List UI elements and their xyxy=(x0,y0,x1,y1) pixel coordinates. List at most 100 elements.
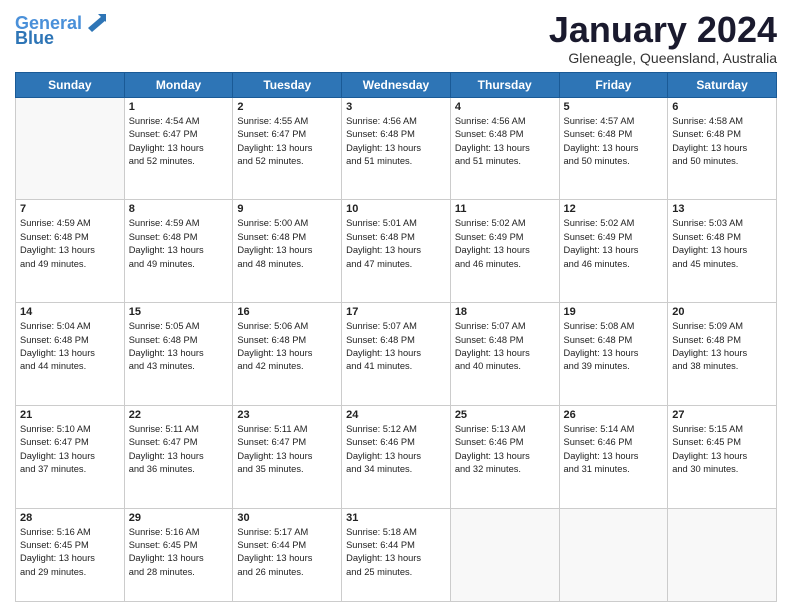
calendar-table: SundayMondayTuesdayWednesdayThursdayFrid… xyxy=(15,72,777,602)
calendar-cell: 2Sunrise: 4:55 AMSunset: 6:47 PMDaylight… xyxy=(233,97,342,200)
calendar-cell: 29 Sunrise: 5:16 AMSunset: 6:45 PMDayligh… xyxy=(124,508,233,601)
day-info: Sunrise: 5:12 AMSunset: 6:46 PMDaylight:… xyxy=(346,423,446,477)
calendar-cell: 25 Sunrise: 5:13 AMSunset: 6:46 PMDayligh… xyxy=(450,405,559,508)
day-number: 30 xyxy=(237,512,337,524)
calendar-cell: 8 Sunrise: 4:59 AMSunset: 6:48 PMDaylight… xyxy=(124,200,233,303)
calendar-cell: 5 Sunrise: 4:57 AMSunset: 6:48 PMDaylight… xyxy=(559,97,668,200)
day-number: 15 xyxy=(129,306,229,318)
calendar-cell: 22 Sunrise: 5:11 AMSunset: 6:47 PMDayligh… xyxy=(124,405,233,508)
day-info: Sunrise: 5:13 AMSunset: 6:46 PMDaylight:… xyxy=(455,423,555,477)
day-number: 16 xyxy=(237,306,337,318)
day-number: 12 xyxy=(564,203,664,215)
calendar-header-row: SundayMondayTuesdayWednesdayThursdayFrid… xyxy=(16,72,777,97)
calendar-cell: 13Sunrise: 5:03 AMSunset: 6:48 PMDayligh… xyxy=(668,200,777,303)
day-number: 7 xyxy=(20,203,120,215)
calendar-cell: 23Sunrise: 5:11 AMSunset: 6:47 PMDayligh… xyxy=(233,405,342,508)
calendar-cell: 21 Sunrise: 5:10 AMSunset: 6:47 PMDayligh… xyxy=(16,405,125,508)
col-header-thursday: Thursday xyxy=(450,72,559,97)
calendar-cell: 30 Sunrise: 5:17 AMSunset: 6:44 PMDayligh… xyxy=(233,508,342,601)
col-header-wednesday: Wednesday xyxy=(342,72,451,97)
day-info: Sunrise: 5:15 AMSunset: 6:45 PMDaylight:… xyxy=(672,423,772,477)
week-row-2: 7 Sunrise: 4:59 AMSunset: 6:48 PMDaylight… xyxy=(16,200,777,303)
day-number: 20 xyxy=(672,306,772,318)
day-number: 14 xyxy=(20,306,120,318)
day-number: 29 xyxy=(129,512,229,524)
day-number: 3 xyxy=(346,101,446,113)
week-row-3: 14 Sunrise: 5:04 AMSunset: 6:48 PMDayligh… xyxy=(16,303,777,406)
day-number: 23 xyxy=(237,409,337,421)
calendar-cell xyxy=(16,97,125,200)
title-block: January 2024 Gleneagle, Queensland, Aust… xyxy=(549,10,777,66)
calendar-cell: 31 Sunrise: 5:18 AMSunset: 6:44 PMDayligh… xyxy=(342,508,451,601)
day-number: 24 xyxy=(346,409,446,421)
day-info: Sunrise: 5:17 AMSunset: 6:44 PMDaylight:… xyxy=(237,526,337,580)
col-header-saturday: Saturday xyxy=(668,72,777,97)
day-number: 4 xyxy=(455,101,555,113)
week-row-4: 21 Sunrise: 5:10 AMSunset: 6:47 PMDayligh… xyxy=(16,405,777,508)
calendar-cell: 19 Sunrise: 5:08 AMSunset: 6:48 PMDayligh… xyxy=(559,303,668,406)
day-number: 22 xyxy=(129,409,229,421)
calendar-cell: 26Sunrise: 5:14 AMSunset: 6:46 PMDayligh… xyxy=(559,405,668,508)
logo-icon xyxy=(84,10,106,32)
week-row-1: 1 Sunrise: 4:54 AMSunset: 6:47 PMDaylight… xyxy=(16,97,777,200)
day-info: Sunrise: 5:18 AMSunset: 6:44 PMDaylight:… xyxy=(346,526,446,580)
day-number: 8 xyxy=(129,203,229,215)
day-number: 11 xyxy=(455,203,555,215)
day-number: 18 xyxy=(455,306,555,318)
calendar-cell: 27Sunrise: 5:15 AMSunset: 6:45 PMDayligh… xyxy=(668,405,777,508)
day-info: Sunrise: 5:16 AMSunset: 6:45 PMDaylight:… xyxy=(20,526,120,580)
day-info: Sunrise: 5:11 AMSunset: 6:47 PMDaylight:… xyxy=(129,423,229,477)
day-info: Sunrise: 4:56 AMSunset: 6:48 PMDaylight:… xyxy=(346,115,446,169)
calendar-cell xyxy=(450,508,559,601)
day-info: Sunrise: 4:54 AMSunset: 6:47 PMDaylight:… xyxy=(129,115,229,169)
day-number: 31 xyxy=(346,512,446,524)
week-row-5: 28Sunrise: 5:16 AMSunset: 6:45 PMDayligh… xyxy=(16,508,777,601)
day-number: 5 xyxy=(564,101,664,113)
day-info: Sunrise: 5:02 AMSunset: 6:49 PMDaylight:… xyxy=(455,217,555,271)
day-number: 2 xyxy=(237,101,337,113)
calendar-cell: 14 Sunrise: 5:04 AMSunset: 6:48 PMDayligh… xyxy=(16,303,125,406)
day-info: Sunrise: 4:57 AMSunset: 6:48 PMDaylight:… xyxy=(564,115,664,169)
calendar-cell: 17 Sunrise: 5:07 AMSunset: 6:48 PMDayligh… xyxy=(342,303,451,406)
day-number: 1 xyxy=(129,101,229,113)
calendar-cell: 4 Sunrise: 4:56 AMSunset: 6:48 PMDaylight… xyxy=(450,97,559,200)
calendar-cell: 28Sunrise: 5:16 AMSunset: 6:45 PMDayligh… xyxy=(16,508,125,601)
day-info: Sunrise: 4:58 AMSunset: 6:48 PMDaylight:… xyxy=(672,115,772,169)
month-title: January 2024 xyxy=(549,10,777,50)
calendar-cell: 10Sunrise: 5:01 AMSunset: 6:48 PMDayligh… xyxy=(342,200,451,303)
day-info: Sunrise: 5:06 AMSunset: 6:48 PMDaylight:… xyxy=(237,320,337,374)
calendar-cell: 12Sunrise: 5:02 AMSunset: 6:49 PMDayligh… xyxy=(559,200,668,303)
col-header-friday: Friday xyxy=(559,72,668,97)
calendar-cell: 1 Sunrise: 4:54 AMSunset: 6:47 PMDaylight… xyxy=(124,97,233,200)
day-info: Sunrise: 4:56 AMSunset: 6:48 PMDaylight:… xyxy=(455,115,555,169)
calendar-cell: 7 Sunrise: 4:59 AMSunset: 6:48 PMDaylight… xyxy=(16,200,125,303)
header: General Blue January 2024 Gleneagle, Que… xyxy=(15,10,777,66)
col-header-monday: Monday xyxy=(124,72,233,97)
day-number: 26 xyxy=(564,409,664,421)
day-info: Sunrise: 4:59 AMSunset: 6:48 PMDaylight:… xyxy=(20,217,120,271)
day-info: Sunrise: 5:10 AMSunset: 6:47 PMDaylight:… xyxy=(20,423,120,477)
col-header-tuesday: Tuesday xyxy=(233,72,342,97)
calendar-cell: 9Sunrise: 5:00 AMSunset: 6:48 PMDaylight… xyxy=(233,200,342,303)
day-number: 9 xyxy=(237,203,337,215)
day-number: 25 xyxy=(455,409,555,421)
day-info: Sunrise: 5:07 AMSunset: 6:48 PMDaylight:… xyxy=(455,320,555,374)
day-number: 19 xyxy=(564,306,664,318)
day-number: 21 xyxy=(20,409,120,421)
col-header-sunday: Sunday xyxy=(16,72,125,97)
calendar-cell: 24 Sunrise: 5:12 AMSunset: 6:46 PMDayligh… xyxy=(342,405,451,508)
location-subtitle: Gleneagle, Queensland, Australia xyxy=(549,50,777,66)
calendar-cell: 15 Sunrise: 5:05 AMSunset: 6:48 PMDayligh… xyxy=(124,303,233,406)
day-info: Sunrise: 5:16 AMSunset: 6:45 PMDaylight:… xyxy=(129,526,229,580)
calendar-cell: 11 Sunrise: 5:02 AMSunset: 6:49 PMDayligh… xyxy=(450,200,559,303)
day-number: 17 xyxy=(346,306,446,318)
calendar-cell: 20 Sunrise: 5:09 AMSunset: 6:48 PMDayligh… xyxy=(668,303,777,406)
day-info: Sunrise: 5:04 AMSunset: 6:48 PMDaylight:… xyxy=(20,320,120,374)
day-info: Sunrise: 5:09 AMSunset: 6:48 PMDaylight:… xyxy=(672,320,772,374)
logo: General Blue xyxy=(15,14,106,49)
day-info: Sunrise: 4:59 AMSunset: 6:48 PMDaylight:… xyxy=(129,217,229,271)
day-info: Sunrise: 5:08 AMSunset: 6:48 PMDaylight:… xyxy=(564,320,664,374)
day-info: Sunrise: 5:07 AMSunset: 6:48 PMDaylight:… xyxy=(346,320,446,374)
day-info: Sunrise: 5:05 AMSunset: 6:48 PMDaylight:… xyxy=(129,320,229,374)
day-info: Sunrise: 5:03 AMSunset: 6:48 PMDaylight:… xyxy=(672,217,772,271)
